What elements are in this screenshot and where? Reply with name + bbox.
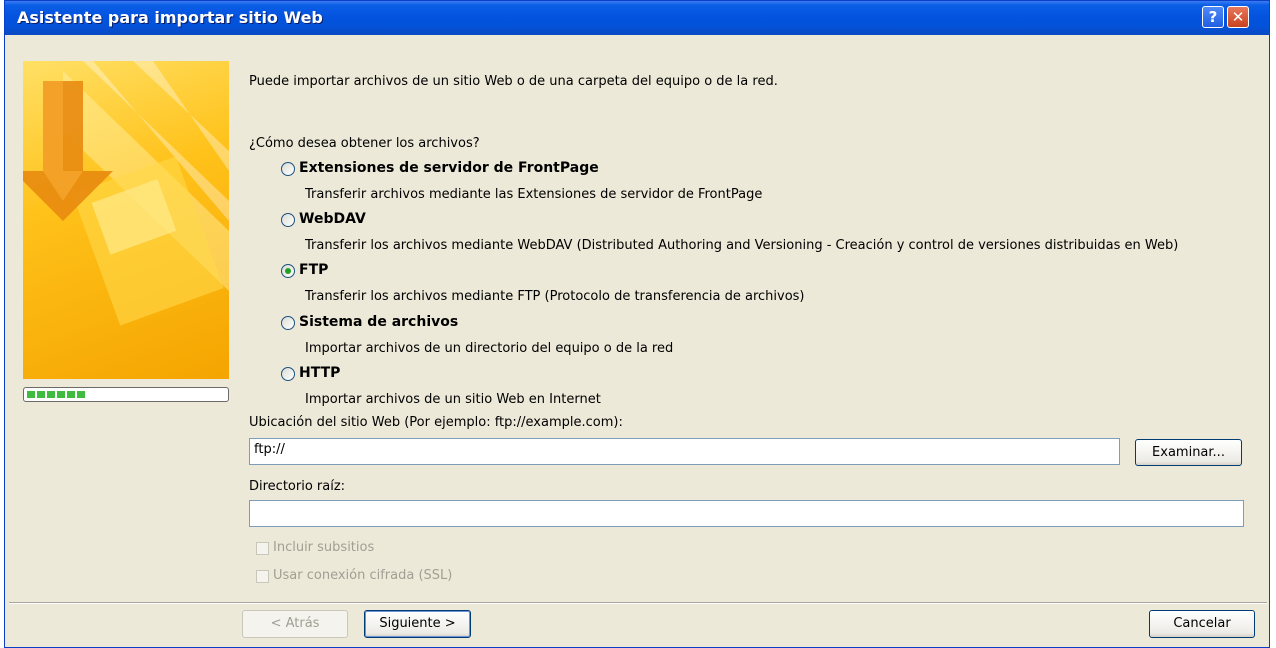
wizard-illustration xyxy=(23,61,229,379)
option-label-ftp[interactable]: FTP xyxy=(299,262,328,278)
root-dir-label: Directorio raíz: xyxy=(249,479,346,494)
ssl-checkbox[interactable] xyxy=(256,570,269,583)
help-button[interactable]: ? xyxy=(1202,6,1224,28)
next-button[interactable]: Siguiente > xyxy=(364,610,471,638)
option-label-file-system[interactable]: Sistema de archivos xyxy=(299,314,458,330)
radio-file-system[interactable] xyxy=(281,316,295,330)
help-icon: ? xyxy=(1208,8,1218,26)
progress-fill xyxy=(27,391,86,398)
window-title: Asistente para importar sitio Web xyxy=(17,8,323,27)
option-desc-http: Importar archivos de un sitio Web en Int… xyxy=(305,392,601,407)
option-desc-file-system: Importar archivos de un directorio del e… xyxy=(305,341,674,356)
radio-http[interactable] xyxy=(281,367,295,381)
cancel-button[interactable]: Cancelar xyxy=(1149,610,1255,638)
footer-separator xyxy=(9,602,1267,604)
option-desc-webdav: Transferir los archivos mediante WebDAV … xyxy=(305,238,1179,253)
location-input[interactable]: ftp:// xyxy=(249,438,1120,465)
import-wizard-dialog: Asistente para importar sitio Web ? ✕ Pu… xyxy=(4,0,1270,648)
radio-ftp[interactable] xyxy=(281,264,295,278)
download-arrow-icon xyxy=(23,61,229,326)
back-button[interactable]: < Atrás xyxy=(242,610,348,638)
close-button[interactable]: ✕ xyxy=(1227,6,1249,28)
ssl-label: Usar conexión cifrada (SSL) xyxy=(273,568,453,583)
title-bar[interactable]: Asistente para importar sitio Web ? ✕ xyxy=(5,1,1269,35)
radio-frontpage[interactable] xyxy=(281,162,295,176)
root-dir-input[interactable] xyxy=(249,500,1244,527)
option-label-frontpage[interactable]: Extensiones de servidor de FrontPage xyxy=(299,160,599,176)
radio-webdav[interactable] xyxy=(281,213,295,227)
include-subsites-checkbox[interactable] xyxy=(256,542,269,555)
wizard-progress-bar xyxy=(23,387,229,402)
intro-text: Puede importar archivos de un sitio Web … xyxy=(249,74,778,89)
option-desc-frontpage: Transferir archivos mediante las Extensi… xyxy=(305,187,763,202)
location-label: Ubicación del sitio Web (Por ejemplo: ft… xyxy=(249,415,623,430)
close-icon: ✕ xyxy=(1231,8,1245,26)
question-text: ¿Cómo desea obtener los archivos? xyxy=(249,136,480,151)
browse-button[interactable]: Examinar... xyxy=(1135,439,1242,466)
include-subsites-label: Incluir subsitios xyxy=(273,540,375,555)
option-label-http[interactable]: HTTP xyxy=(299,365,340,381)
option-desc-ftp: Transferir los archivos mediante FTP (Pr… xyxy=(305,289,805,304)
option-label-webdav[interactable]: WebDAV xyxy=(299,211,366,227)
